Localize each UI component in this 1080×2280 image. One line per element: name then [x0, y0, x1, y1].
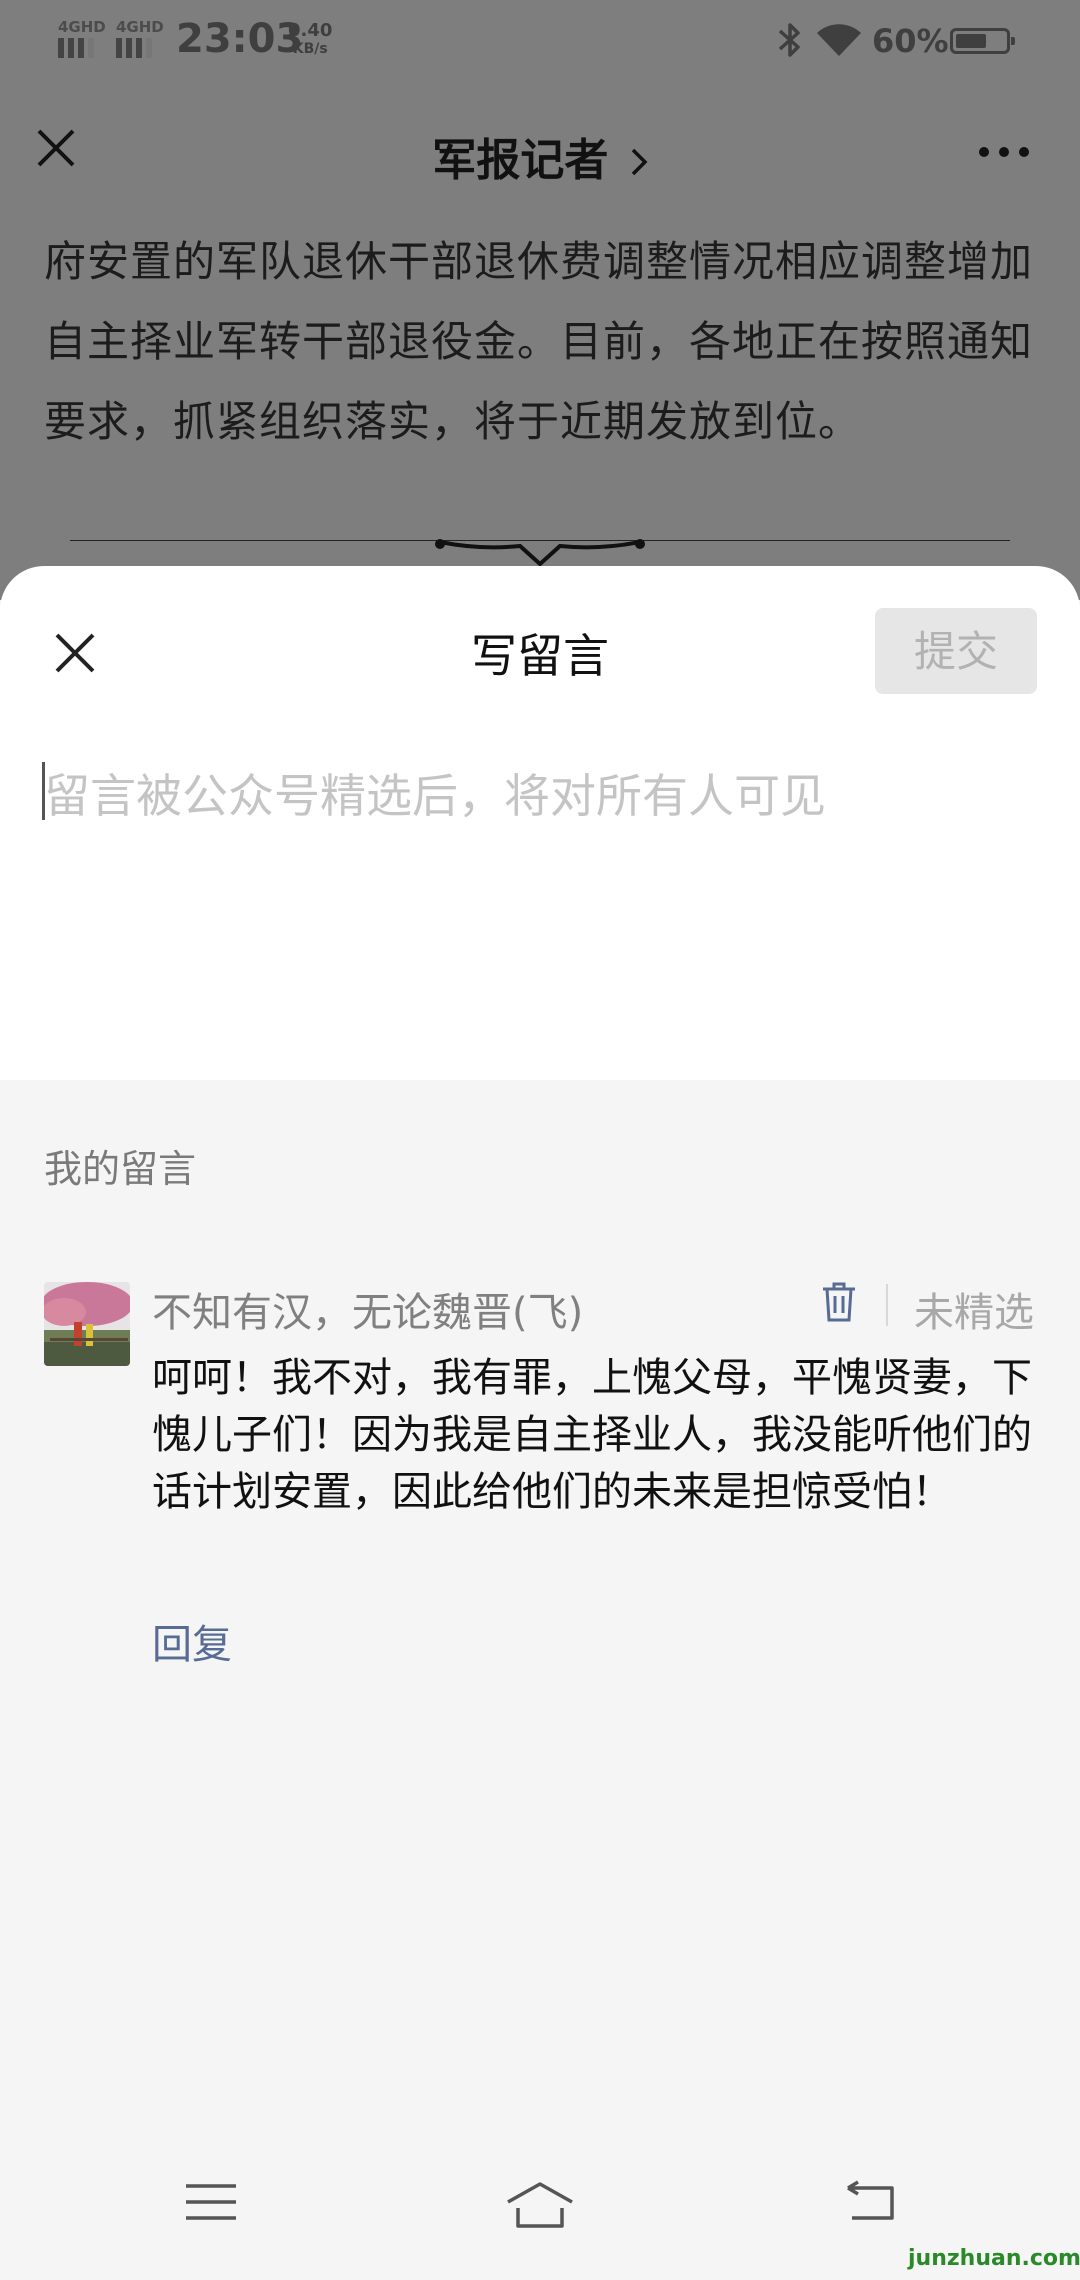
menu-icon[interactable] [184, 2180, 238, 2224]
signal-bars-icon [116, 38, 160, 58]
wifi-icon [817, 24, 861, 56]
article-page-dimmed: 4GHD 4GHD 23:03 0.40 KB/s 60% 军报记者 府安置的军… [0, 0, 1080, 600]
status-bar: 4GHD 4GHD 23:03 0.40 KB/s 60% [0, 0, 1080, 84]
account-title[interactable]: 军报记者 [0, 124, 1080, 188]
avatar-image [44, 1282, 130, 1366]
signal-label-2: 4GHD [116, 18, 164, 36]
featured-status-badge: 未精选 [914, 1290, 1034, 1336]
network-speed-unit: KB/s [292, 41, 328, 57]
clock: 23:03 [176, 16, 304, 62]
more-icon[interactable] [978, 146, 1030, 158]
comment-input[interactable] [40, 756, 1044, 836]
battery-percent: 60% [872, 22, 949, 60]
signal-indicator-1: 4GHD [58, 18, 106, 58]
signal-bars-icon [58, 38, 102, 58]
battery-icon [950, 28, 1015, 54]
back-icon[interactable] [842, 2180, 898, 2224]
comment-nickname: 不知有汉，无论魏晋(飞) [152, 1290, 584, 1336]
chevron-right-icon [631, 148, 648, 176]
reply-link[interactable]: 回复 [152, 1612, 232, 1670]
comment-text: 呵呵！我不对，我有罪，上愧父母，平愧贤妻，下愧儿子们！因为我是自主择业人，我没能… [152, 1355, 1032, 1515]
account-name: 军报记者 [432, 135, 609, 186]
ornament-icon [435, 539, 645, 566]
signal-label-1: 4GHD [58, 18, 106, 36]
trash-icon[interactable] [820, 1280, 858, 1324]
article-navbar: 军报记者 [0, 110, 1080, 190]
separator [886, 1284, 888, 1326]
network-speed: 0.40 KB/s [288, 22, 332, 58]
home-icon[interactable] [504, 2180, 576, 2230]
watermark: junzhuan.com [908, 2246, 1080, 2271]
signal-indicator-2: 4GHD [116, 18, 164, 58]
my-comments-title: 我的留言 [44, 1147, 197, 1191]
submit-button[interactable]: 提交 [875, 608, 1037, 694]
avatar [44, 1282, 130, 1366]
network-speed-value: 0.40 [288, 20, 333, 41]
article-body-text: 府安置的军队退休干部退休费调整情况相应调整增加自主择业军转干部退役金。目前，各地… [44, 237, 1034, 446]
bluetooth-icon [778, 23, 800, 57]
